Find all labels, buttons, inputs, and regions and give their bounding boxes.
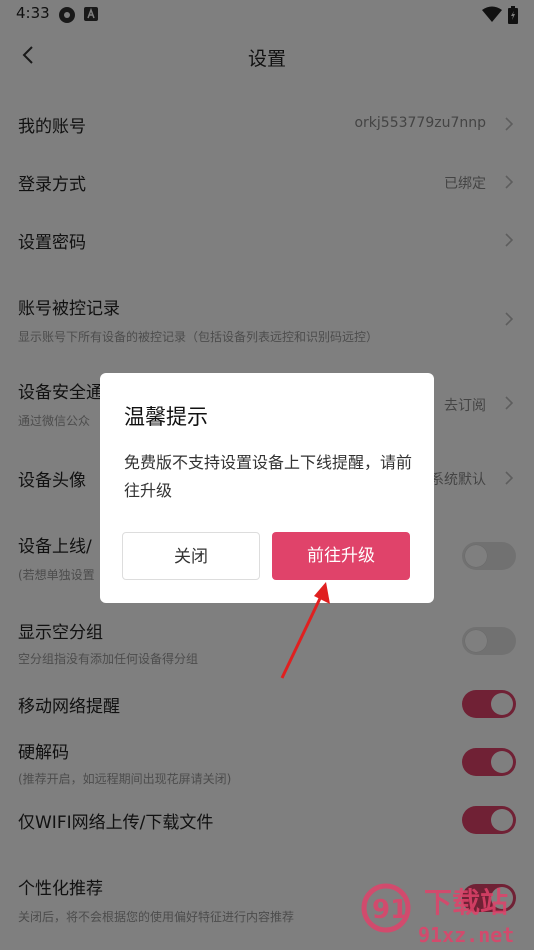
dialog-message: 免费版不支持设置设备上下线提醒，请前往升级 <box>124 453 413 500</box>
watermark-site: 91xz.net <box>418 923 514 947</box>
upgrade-dialog: 温馨提示 免费版不支持设置设备上下线提醒，请前往升级 关闭 前往升级 <box>100 373 434 603</box>
svg-text:91: 91 <box>372 895 408 925</box>
dialog-title: 温馨提示 <box>124 405 208 429</box>
watermark-logo: 91 下载站 91xz.net <box>361 883 514 947</box>
close-button[interactable]: 关闭 <box>122 532 260 580</box>
red-arrow-annotation-icon <box>280 582 330 679</box>
watermark-brand: 下载站 <box>424 886 508 919</box>
